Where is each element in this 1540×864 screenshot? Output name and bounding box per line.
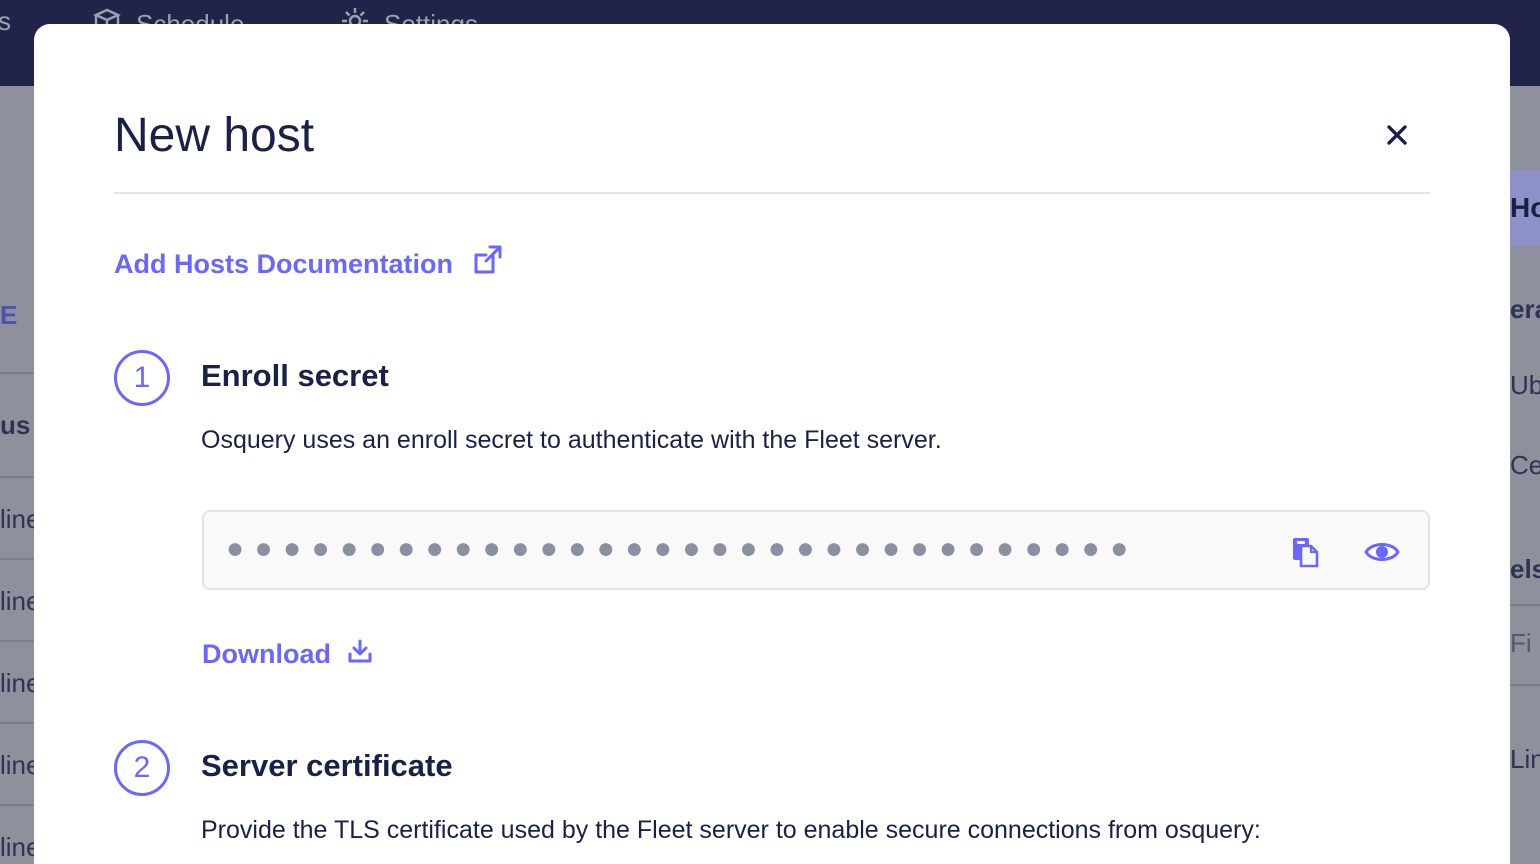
bg-divider (1510, 604, 1540, 606)
bg-right-fragment: els (1510, 554, 1540, 584)
bg-left-fragment: E (0, 300, 18, 330)
nav-item-hosts[interactable]: s (0, 6, 11, 37)
bg-divider (0, 558, 34, 560)
modal-title: New host (114, 109, 315, 162)
download-icon (347, 638, 373, 671)
enroll-secret-field[interactable]: ●●●●●●●●●●●●●●●●●●●●●●●●●●●●●●●● (202, 510, 1430, 590)
close-button[interactable] (1380, 120, 1414, 154)
new-host-modal: New host Add Hosts Documentation 1 Enrol… (34, 24, 1510, 864)
bg-right-fragment: Lin (1510, 744, 1540, 774)
download-button[interactable]: Download (202, 638, 373, 671)
bg-right-fragment: Fi (1510, 628, 1532, 658)
bg-divider (0, 804, 34, 806)
bg-left-fragment: us (0, 410, 31, 440)
bg-divider (0, 476, 34, 478)
bg-left-fragment: line (0, 504, 34, 534)
reveal-secret-button[interactable] (1364, 536, 1400, 568)
bg-divider (0, 372, 34, 374)
bg-left-fragment: line (0, 750, 34, 780)
nav-item-label: s (0, 6, 11, 36)
modal-divider (114, 192, 1430, 194)
bg-left-fragment: line (0, 586, 34, 616)
download-label: Download (202, 639, 331, 669)
copy-icon (1290, 538, 1320, 572)
bg-left-fragment: line (0, 832, 34, 862)
external-link-icon (473, 244, 503, 285)
step-number-1: 1 (114, 350, 170, 406)
close-icon (1386, 124, 1408, 151)
bg-divider (1510, 684, 1540, 686)
bg-right-fragment: Ub (1510, 370, 1540, 400)
bg-right-tab: Ho (1510, 170, 1540, 246)
step-number-2: 2 (114, 740, 170, 796)
step-description-server-certificate: Provide the TLS certificate used by the … (201, 816, 1261, 844)
step-description-enroll-secret: Osquery uses an enroll secret to authent… (201, 426, 942, 454)
bg-right-fragment: Ce (1510, 450, 1540, 480)
bg-right-fragment: era (1510, 294, 1540, 324)
bg-divider (0, 722, 34, 724)
step-title-enroll-secret: Enroll secret (201, 358, 389, 393)
eye-icon (1364, 543, 1400, 572)
bg-divider (0, 640, 34, 642)
step-title-server-certificate: Server certificate (201, 748, 453, 783)
doc-link-label: Add Hosts Documentation (114, 249, 454, 279)
add-hosts-documentation-link[interactable]: Add Hosts Documentation (114, 244, 503, 285)
bg-left-fragment: line (0, 668, 34, 698)
bg-right-fragment: Ho (1510, 192, 1540, 223)
enroll-secret-value: ●●●●●●●●●●●●●●●●●●●●●●●●●●●●●●●● (226, 532, 1139, 565)
copy-button[interactable] (1290, 536, 1320, 568)
